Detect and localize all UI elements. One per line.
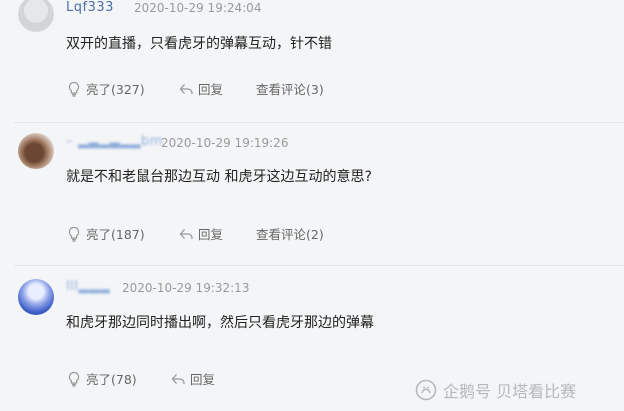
view-replies-label: 查看评论(3): [256, 82, 324, 97]
timestamp: 2020-10-29 19:24:04: [134, 1, 262, 15]
avatar[interactable]: [18, 279, 54, 315]
lightbulb-icon: [66, 226, 82, 242]
username[interactable]: Lqf333: [66, 0, 114, 15]
username-obscured: ▂▃▂▃▂▂bm: [78, 134, 163, 149]
view-replies-link[interactable]: 查看评论(3): [256, 79, 324, 98]
reply-label: 回复: [198, 82, 224, 97]
reply-arrow-icon: [178, 81, 194, 97]
comment-actions: 亮了(187) 回复 查看评论(2): [66, 224, 466, 244]
reply-label: 回复: [198, 227, 224, 242]
like-count: 亮了(327): [86, 82, 145, 97]
comment-item-1: Lqf333 2020-10-29 19:24:04 双开的直播，只看虎牙的弹幕…: [0, 0, 624, 120]
lightbulb-icon: [66, 371, 82, 387]
reply-label: 回复: [190, 372, 216, 387]
view-replies-link[interactable]: 查看评论(2): [256, 224, 324, 243]
watermark: 企鹅号 贝塔看比赛: [415, 378, 576, 402]
comment-item-2: – ▂▃▂▃▂▂bm 2020-10-29 19:19:26 就是不和老鼠台那边…: [0, 123, 624, 265]
reply-arrow-icon: [170, 371, 186, 387]
reply-button[interactable]: 回复: [178, 79, 223, 98]
watermark-text: 企鹅号 贝塔看比赛: [443, 382, 577, 401]
view-replies-label: 查看评论(2): [256, 227, 324, 242]
reply-arrow-icon: [178, 226, 194, 242]
reply-button[interactable]: 回复: [170, 369, 215, 388]
avatar[interactable]: [18, 133, 54, 169]
like-button[interactable]: 亮了(78): [66, 369, 137, 388]
username[interactable]: –: [66, 134, 73, 149]
penguin-logo-icon: [415, 379, 437, 401]
comment-text: 就是不和老鼠台那边互动 和虎牙这边互动的意思?: [66, 169, 372, 185]
like-button[interactable]: 亮了(187): [66, 224, 145, 243]
comment-text: 和虎牙那边同时播出啊，然后只看虎牙那边的弹幕: [66, 315, 374, 331]
timestamp: 2020-10-29 19:19:26: [161, 136, 289, 150]
reply-button[interactable]: 回复: [178, 224, 223, 243]
like-count: 亮了(78): [86, 372, 137, 387]
avatar[interactable]: [18, 0, 54, 32]
comment-actions: 亮了(78) 回复: [66, 369, 366, 389]
comment-text: 双开的直播，只看虎牙的弹幕互动，针不错: [66, 36, 332, 52]
like-count: 亮了(187): [86, 227, 145, 242]
lightbulb-icon: [66, 81, 82, 97]
username-obscured: llI▂▂▂: [66, 279, 111, 294]
comment-actions: 亮了(327) 回复 查看评论(3): [66, 79, 466, 99]
timestamp: 2020-10-29 19:32:13: [122, 281, 250, 295]
like-button[interactable]: 亮了(327): [66, 79, 145, 98]
